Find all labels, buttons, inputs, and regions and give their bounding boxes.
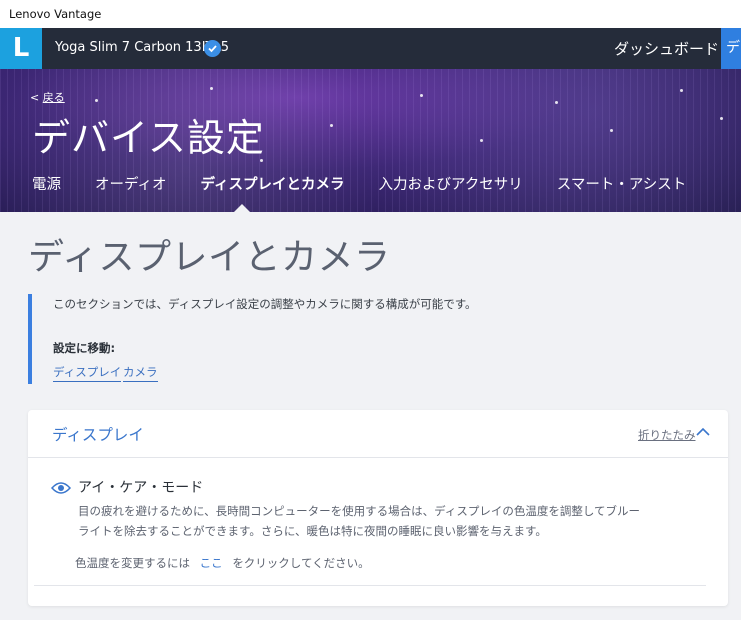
hero-sparkle: [95, 99, 98, 102]
collapse-button[interactable]: 折りたたみ: [638, 427, 696, 443]
card-divider: [34, 585, 706, 586]
hero-sparkle: [330, 124, 333, 127]
hero-sparkle: [610, 129, 613, 132]
hero-sparkle: [720, 117, 723, 120]
back-link[interactable]: < 戻る: [30, 89, 65, 105]
color-temp-prefix: 色温度を変更するには: [75, 556, 190, 570]
hero-sparkle: [420, 94, 423, 97]
hero-sparkle: [555, 101, 558, 104]
display-card: ディスプレイ 折りたたみ アイ・ケア・モード 目の疲れを避けるために、長時間コン…: [28, 410, 728, 606]
back-label: 戻る: [42, 91, 65, 104]
active-tab-indicator: [233, 204, 251, 212]
color-temp-link[interactable]: ここ: [200, 556, 223, 570]
settings-tabs: 電源 オーディオ ディスプレイとカメラ 入力およびアクセサリ スマート・アシスト: [32, 173, 720, 194]
eye-care-mode-title: アイ・ケア・モード: [78, 480, 204, 496]
window-titlebar: Lenovo Vantage: [0, 0, 741, 28]
verified-check-icon: [204, 40, 221, 57]
tab-input-accessories[interactable]: 入力およびアクセサリ: [378, 173, 522, 194]
hero-banner: < 戻る デバイス設定 電源 オーディオ ディスプレイとカメラ 入力およびアクセ…: [0, 69, 741, 212]
section-info-block: このセクションでは、ディスプレイ設定の調整やカメラに関する構成が可能です。 設定…: [28, 294, 477, 384]
tab-audio[interactable]: オーディオ: [95, 173, 167, 194]
goto-label: 設定に移動:: [53, 341, 116, 355]
color-temp-suffix: をクリックしてください。: [232, 556, 370, 570]
display-card-title: ディスプレイ: [52, 426, 144, 444]
hero-sparkle: [480, 139, 483, 142]
eye-icon: [51, 482, 71, 494]
goto-display-link[interactable]: ディスプレイ: [53, 364, 122, 382]
section-description: このセクションでは、ディスプレイ設定の調整やカメラに関する構成が可能です。: [53, 297, 477, 311]
goto-camera-link[interactable]: カメラ: [123, 364, 158, 382]
page-title: デバイス設定: [32, 116, 265, 160]
chevron-up-icon[interactable]: [696, 427, 710, 437]
display-card-header: ディスプレイ 折りたたみ: [28, 410, 728, 458]
color-temperature-line: 色温度を変更するには ここ をクリックしてください。: [75, 555, 370, 571]
tab-power[interactable]: 電源: [32, 173, 61, 194]
tab-smart-assist[interactable]: スマート・アシスト: [557, 173, 686, 194]
section-title: ディスプレイとカメラ: [28, 237, 391, 278]
hero-sparkle: [210, 87, 213, 90]
lenovo-logo[interactable]: L: [0, 28, 42, 69]
tab-display-camera[interactable]: ディスプレイとカメラ: [201, 173, 345, 194]
hero-sparkle: [680, 89, 683, 92]
top-action-button[interactable]: デ: [721, 28, 741, 69]
app-title: Lenovo Vantage: [9, 7, 102, 21]
dashboard-link[interactable]: ダッシュボード: [614, 38, 719, 59]
device-name[interactable]: Yoga Slim 7 Carbon 13ITL5: [55, 40, 229, 55]
top-navbar: L Yoga Slim 7 Carbon 13ITL5 ダッシュボード デ: [0, 28, 741, 69]
back-chevron: <: [30, 91, 40, 104]
eye-care-mode-description: 目の疲れを避けるために、長時間コンピューターを使用する場合は、ディスプレイの色温…: [78, 504, 640, 538]
